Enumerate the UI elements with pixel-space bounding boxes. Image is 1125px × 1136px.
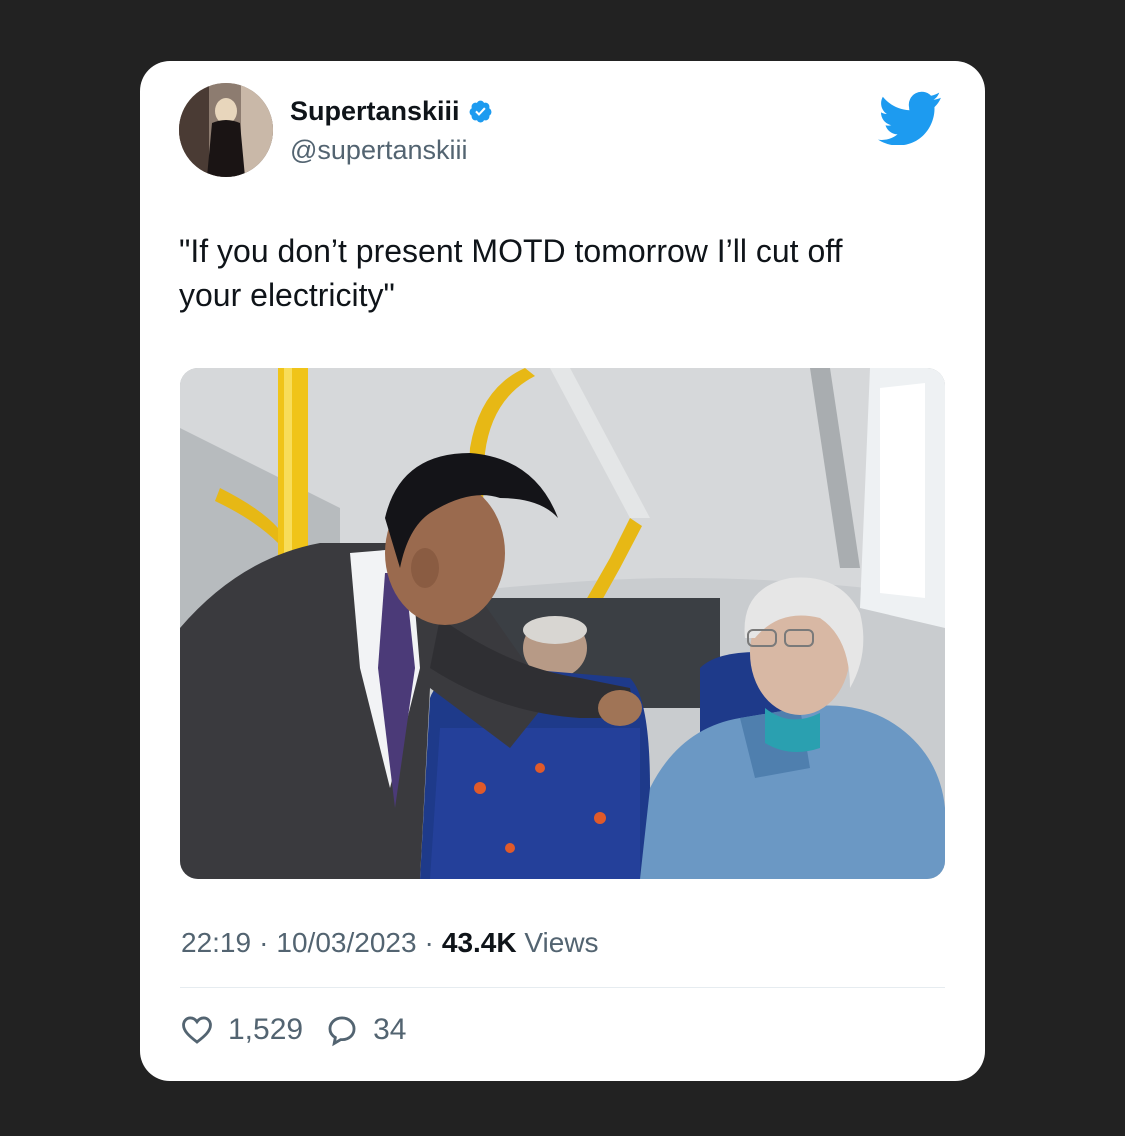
views-count: 43.4K — [441, 927, 517, 958]
tweet-meta: 22:19 · 10/03/2023 · 43.4K Views — [181, 927, 599, 959]
heart-icon — [182, 1016, 212, 1044]
bus-interior-photo — [180, 368, 945, 879]
handle[interactable]: @supertanskiii — [290, 135, 467, 166]
tweet-time[interactable]: 22:19 — [181, 927, 251, 959]
meta-separator: · — [259, 927, 269, 958]
like-button[interactable]: 1,529 — [180, 1013, 303, 1047]
reply-button[interactable]: 34 — [325, 1013, 406, 1047]
meta-separator: · — [424, 927, 434, 958]
tweet-media-photo[interactable] — [180, 368, 945, 879]
display-name[interactable]: Supertanskiii — [290, 96, 493, 127]
avatar-photo — [179, 83, 273, 177]
divider — [180, 987, 945, 988]
like-count: 1,529 — [228, 1013, 304, 1046]
reply-bubble-icon — [328, 1016, 356, 1047]
twitter-bird-icon — [878, 91, 941, 145]
views-label: Views — [524, 927, 599, 958]
verified-badge-icon — [469, 100, 491, 123]
tweet-actions: 1,529 34 — [180, 1013, 428, 1047]
tweet-card: Supertanskiii @supertanskiii "If you don… — [140, 61, 985, 1081]
avatar[interactable] — [179, 83, 273, 177]
display-name-text: Supertanskiii — [290, 96, 460, 126]
tweet-text: "If you don’t present MOTD tomorrow I’ll… — [179, 233, 843, 313]
tweet-date[interactable]: 10/03/2023 — [276, 927, 416, 959]
reply-count: 34 — [373, 1013, 407, 1046]
